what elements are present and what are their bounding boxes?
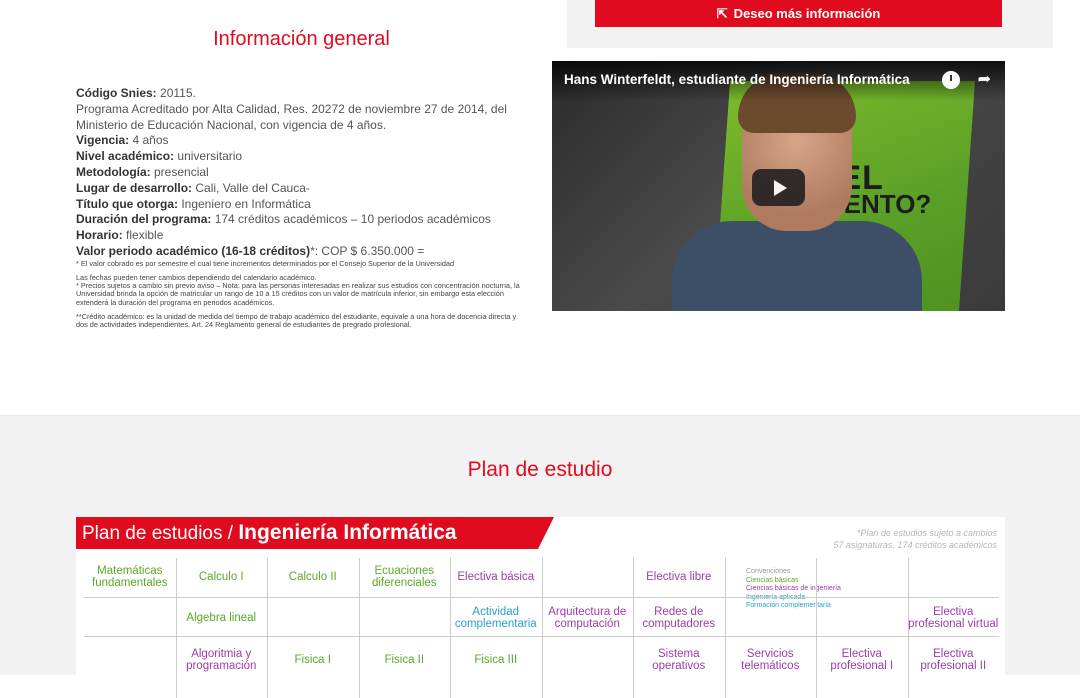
course-cell: Electiva libre [646, 571, 712, 583]
plan-note: *Plan de estudios sujeto a cambios 57 as… [833, 528, 997, 550]
grid-divider [84, 597, 999, 598]
horario-row: Horario: flexible [76, 228, 164, 243]
course-cell: Fisica I [294, 654, 331, 666]
play-button[interactable] [752, 169, 805, 206]
course-cell: Calculo II [288, 571, 337, 583]
course-cell: Algoritmia y programación [186, 648, 257, 672]
video-person-body [672, 221, 922, 311]
valor-row: Valor periodo académico (16-18 créditos)… [76, 243, 425, 258]
course-cell: Sistema operativos [652, 648, 706, 672]
grid-divider [907, 558, 909, 698]
grid-divider [175, 558, 177, 698]
info-title: Información general [213, 28, 390, 50]
grid-divider [541, 558, 543, 698]
titulo-row: Título que otorga: Ingeniero en Informát… [76, 196, 311, 211]
external-link-icon: ⇱ [716, 5, 728, 21]
course-cell: Fisica III [474, 654, 518, 666]
course-cell: Servicios telemáticos [741, 648, 800, 672]
plan-banner: Plan de estudios / Ingeniería Informátic… [76, 517, 554, 549]
accreditation-text: Programa Acreditado por Alta Calidad, Re… [76, 101, 507, 132]
watch-later-icon[interactable] [942, 71, 960, 89]
course-cell: Fisica II [384, 654, 425, 666]
more-info-button[interactable]: ⇱ Deseo más información [595, 0, 1002, 27]
night-note: * Precios sujetos a cambio sin previo av… [76, 281, 520, 307]
course-cell: Redes de computadores [642, 606, 716, 630]
grid-divider [816, 558, 817, 698]
grid-divider [267, 558, 268, 698]
course-cell: Electiva básica [457, 571, 535, 583]
course-cell: Algebra lineal [186, 612, 257, 624]
metodologia-row: Metodología: presencial [76, 164, 209, 179]
course-cell: Matemáticas fundamentales [92, 565, 168, 589]
course-cell: Electiva profesional II [920, 648, 987, 672]
general-info-section: Información general Código Snies: 20115.… [0, 0, 1080, 415]
vigencia-row: Vigencia: 4 años [76, 133, 169, 148]
share-icon[interactable]: ➦ [978, 71, 991, 89]
video-player[interactable]: VES EL MENTO? Hans Winterfeldt, estudian… [552, 61, 1005, 311]
study-plan-section: Plan de estudio Plan de estudios / Ingen… [0, 415, 1080, 698]
cta-panel: ⇱ Deseo más información [567, 0, 1053, 48]
grid-divider [724, 558, 726, 698]
course-cell: Electiva profesional I [830, 648, 894, 672]
nivel-row: Nivel académico: universitario [76, 149, 243, 164]
course-cell: Actividad complementaria [454, 606, 537, 630]
video-title[interactable]: Hans Winterfeldt, estudiante de Ingenier… [564, 72, 910, 87]
course-cell: Calculo I [198, 571, 244, 583]
plan-title: Plan de estudio [467, 458, 613, 481]
price-note: * El valor cobrado es por semestre el cu… [76, 258, 455, 268]
grid-divider [84, 636, 999, 637]
course-cell: Electiva profesional virtual [908, 606, 999, 630]
grid-divider [633, 558, 634, 698]
snies-row: Código Snies: 20115. [76, 86, 196, 100]
info-details: Código Snies: 20115. Programa Acreditado… [76, 86, 526, 329]
course-cell: Ecuaciones diferenciales [371, 565, 437, 589]
plan-card: Plan de estudios / Ingeniería Informátic… [76, 517, 1005, 698]
duracion-row: Duración del programa: 174 créditos acad… [76, 212, 491, 227]
course-cell: Arquitectura de computación [548, 606, 627, 630]
legend: Convenciones Ciencias básicas Ciencias b… [746, 568, 841, 609]
lugar-row: Lugar de desarrollo: Cali, Valle del Cau… [76, 180, 310, 195]
credit-note: **Crédito académico: es la unidad de med… [76, 311, 517, 329]
grid-divider [358, 558, 360, 698]
grid-divider [450, 558, 451, 698]
